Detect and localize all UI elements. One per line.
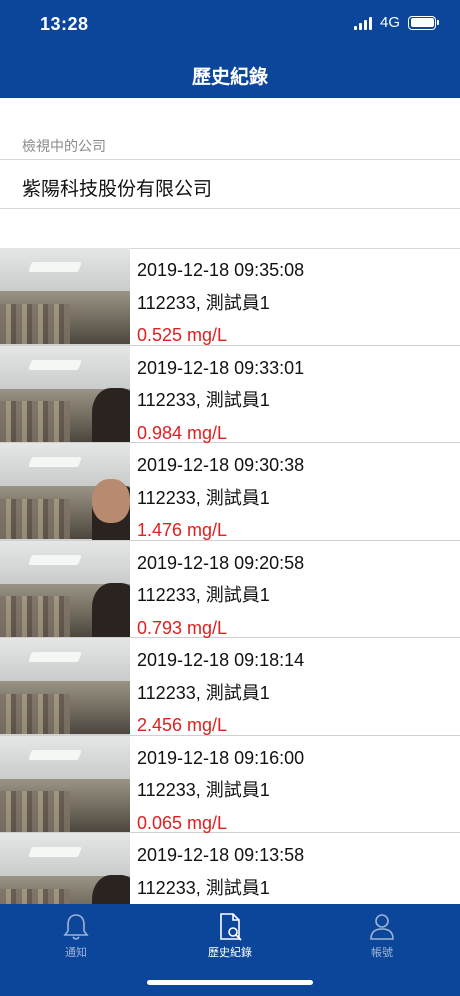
network-label: 4G — [379, 14, 400, 31]
record-user: 112233, 測試員1 — [137, 780, 270, 800]
record-photo-thumbnail — [0, 248, 130, 345]
record-info: 2019-12-18 09:16:00 112233, 測試員1 0.065 mg/… — [130, 736, 460, 833]
record-row[interactable]: 2019-12-18 09:20:58 112233, 測試員1 0.793 mg/… — [0, 540, 460, 638]
record-user: 112233, 測試員1 — [137, 877, 270, 898]
record-list[interactable]: 2019-12-18 09:35:08 112233, 測試員1 0.525 mg/… — [0, 248, 460, 904]
screen: 13:28 4G 歷史紀錄 檢視中的公司 紫陽科技股份有限公司 2019-12-… — [0, 0, 460, 996]
record-user: 112233, 測試員1 — [137, 682, 270, 703]
tab-bar: 通知 歷史紀錄 帳號 — [0, 904, 460, 996]
status-indicators: 4G — [353, 14, 439, 31]
record-row[interactable]: 2019-12-18 09:33:01 112233, 測試員1 0.984 mg/… — [0, 345, 460, 443]
record-photo-thumbnail — [0, 833, 130, 904]
record-photo-thumbnail — [0, 345, 130, 442]
record-photo-thumbnail — [0, 638, 130, 735]
record-datetime: 2019-12-18 09:20:58 — [137, 552, 305, 573]
record-info: 2019-12-18 09:35:08 112233, 測試員1 0.525 mg/… — [130, 248, 460, 345]
divider — [0, 208, 460, 209]
person-icon — [370, 914, 394, 940]
tab-history[interactable]: 歷史紀錄 — [170, 912, 290, 960]
battery-icon — [408, 15, 439, 30]
home-indicator — [147, 980, 313, 985]
tab-notifications[interactable]: 通知 — [16, 912, 136, 960]
record-datetime: 2019-12-18 09:16:00 — [137, 747, 305, 768]
tab-account[interactable]: 帳號 — [322, 912, 442, 960]
tab-label: 通知 — [65, 947, 87, 959]
divider — [0, 159, 460, 160]
document-search-icon — [220, 913, 242, 941]
record-user: 112233, 測試員1 — [137, 487, 270, 508]
bell-icon — [63, 914, 89, 940]
record-row[interactable]: 2019-12-18 09:18:14 112233, 測試員1 2.456 mg/… — [0, 638, 460, 736]
record-datetime: 2019-12-18 09:33:01 — [137, 357, 305, 378]
record-photo-thumbnail — [0, 540, 130, 637]
company-label: 檢視中的公司 — [22, 138, 106, 154]
record-photo-thumbnail — [0, 735, 130, 832]
record-datetime: 2019-12-18 09:30:38 — [137, 455, 305, 475]
record-datetime: 2019-12-18 09:35:08 — [137, 260, 305, 280]
record-info: 2019-12-18 09:20:58 112233, 測試員1 0.793 mg/… — [130, 541, 460, 638]
record-info: 2019-12-18 09:18:14 112233, 測試員1 2.456 mg/… — [130, 638, 460, 735]
record-user: 112233, 測試員1 — [137, 292, 270, 313]
record-photo-thumbnail — [0, 443, 130, 540]
record-row[interactable]: 2019-12-18 09:13:58 112233, 測試員1 — [0, 833, 460, 904]
record-datetime: 2019-12-18 09:13:58 — [137, 845, 305, 865]
tab-label: 歷史紀錄 — [208, 947, 252, 959]
record-info: 2019-12-18 09:33:01 112233, 測試員1 0.984 mg/… — [130, 346, 460, 443]
record-row[interactable]: 2019-12-18 09:16:00 112233, 測試員1 0.065 mg/… — [0, 735, 460, 833]
company-selector[interactable]: 紫陽科技股份有限公司 — [22, 174, 212, 201]
record-user: 112233, 測試員1 — [137, 585, 270, 605]
record-info: 2019-12-18 09:13:58 112233, 測試員1 — [130, 833, 460, 904]
page-title: 歷史紀錄 — [191, 67, 268, 88]
record-user: 112233, 測試員1 — [137, 390, 270, 410]
record-row[interactable]: 2019-12-18 09:30:38 112233, 測試員1 1.476 mg/… — [0, 443, 460, 541]
record-datetime: 2019-12-18 09:18:14 — [137, 650, 305, 670]
top-bar: 13:28 4G 歷史紀錄 — [0, 0, 460, 98]
record-info: 2019-12-18 09:30:38 112233, 測試員1 1.476 mg/… — [130, 443, 460, 540]
tab-label: 帳號 — [371, 947, 393, 959]
status-time: 13:28 — [40, 14, 89, 34]
record-row[interactable]: 2019-12-18 09:35:08 112233, 測試員1 0.525 mg/… — [0, 248, 460, 346]
signal-icon — [353, 16, 372, 30]
